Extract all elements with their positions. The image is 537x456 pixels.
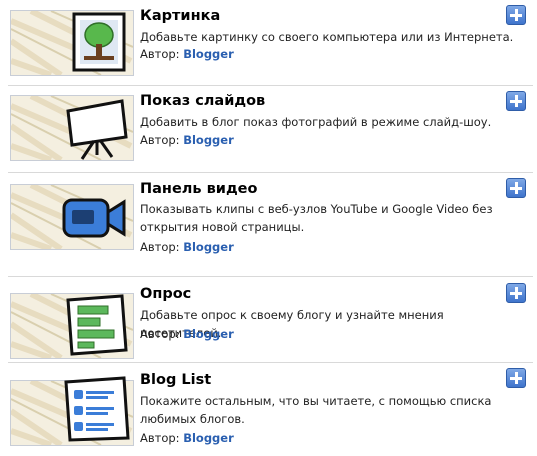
video-camera-icon bbox=[60, 194, 130, 246]
feed-list-icon bbox=[62, 376, 132, 446]
author-link[interactable]: Blogger bbox=[183, 327, 234, 341]
divider bbox=[8, 276, 533, 277]
author-label: Автор: bbox=[140, 240, 180, 254]
author-label: Автор: bbox=[140, 133, 180, 147]
gadget-description: Покажите остальным, что вы читаете, с по… bbox=[140, 394, 492, 426]
gadget-title[interactable]: Показ слайдов bbox=[140, 93, 265, 109]
author-link[interactable]: Blogger bbox=[183, 240, 234, 254]
divider bbox=[8, 172, 533, 173]
gadget-title[interactable]: Панель видео bbox=[140, 181, 257, 197]
add-button[interactable] bbox=[506, 283, 526, 303]
add-button[interactable] bbox=[506, 91, 526, 111]
gadget-description: Показывать клипы с веб-узлов YouTube и G… bbox=[140, 202, 493, 234]
add-button[interactable] bbox=[506, 178, 526, 198]
gadget-description: Добавить в блог показ фотографий в режим… bbox=[140, 115, 492, 129]
author-link[interactable]: Blogger bbox=[183, 133, 234, 147]
picture-tree-icon bbox=[66, 12, 132, 76]
gadget-title[interactable]: Картинка bbox=[140, 8, 220, 24]
poll-bars-icon bbox=[62, 292, 132, 360]
gadget-author: Автор: Blogger bbox=[140, 133, 234, 147]
author-label: Автор: bbox=[140, 431, 180, 445]
gadget-title[interactable]: Опрос bbox=[140, 286, 191, 302]
author-label: Автор: bbox=[140, 327, 180, 341]
add-button[interactable] bbox=[506, 368, 526, 388]
author-link[interactable]: Blogger bbox=[183, 431, 234, 445]
gadget-author: Автор: Blogger bbox=[140, 47, 234, 61]
divider bbox=[8, 85, 533, 86]
gadget-author: Автор: Blogger bbox=[140, 431, 234, 445]
gadget-description: Добавьте картинку со своего компьютера и… bbox=[140, 30, 514, 44]
divider bbox=[8, 362, 533, 363]
gadget-author: Автор: Blogger bbox=[140, 327, 234, 341]
gadget-title[interactable]: Blog List bbox=[140, 372, 211, 388]
author-label: Автор: bbox=[140, 47, 180, 61]
gadget-author: Автор: Blogger bbox=[140, 240, 234, 254]
add-button[interactable] bbox=[506, 5, 526, 25]
projector-screen-icon bbox=[60, 97, 132, 165]
author-link[interactable]: Blogger bbox=[183, 47, 234, 61]
